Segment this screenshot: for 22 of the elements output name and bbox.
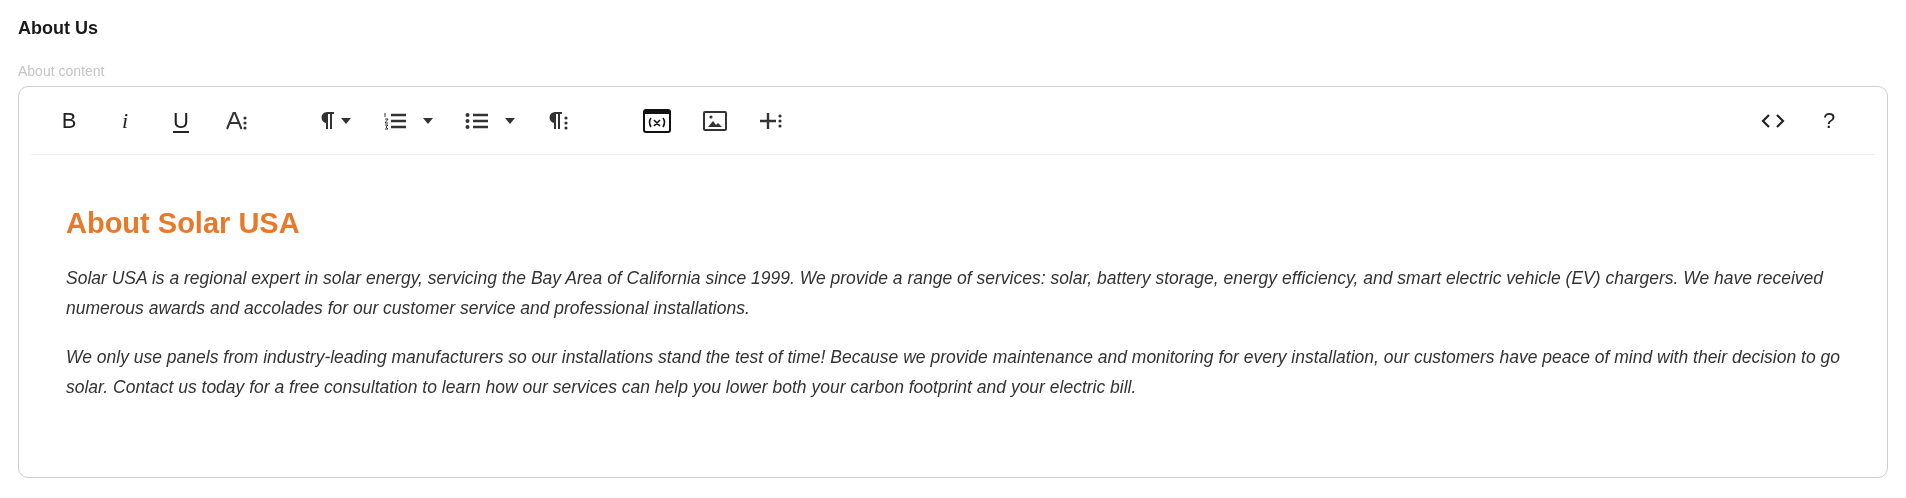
bullet-list-icon (465, 111, 489, 130)
content-heading: About Solar USA (66, 206, 301, 241)
italic-button[interactable]: i (105, 100, 145, 141)
field-label: About content (18, 62, 106, 80)
underline-button[interactable]: U (161, 100, 201, 141)
caret-icon (423, 117, 433, 124)
code-icon (1761, 112, 1785, 129)
caret-icon (341, 117, 351, 124)
content-paragraph: We only use panels from industry-leading manufacturers so our installations stand the test of time! Because we provide maintenance and monitoring for every installation, our customers have peace of mind with their decision to go solar. Contact us today for a free consultation to learn how our services can help you lower both your carbon footprint and your electric bill. (66, 346, 1841, 399)
help-button[interactable]: ? (1809, 100, 1849, 141)
image-icon (703, 110, 727, 131)
caret-icon (505, 117, 515, 124)
bold-button[interactable]: B (49, 100, 89, 141)
pilcrow-icon (549, 111, 569, 130)
rich-text-editor[interactable] (18, 86, 1888, 478)
pilcrow-icon (321, 111, 335, 130)
numbered-list-icon (383, 111, 407, 130)
variable-icon (643, 108, 671, 133)
content-paragraph: Solar USA is a regional expert in solar energy, servicing the Bay Area of California since 1999. We provide a range of services: solar, battery storage, energy efficiency, and smart electric vehicle (EV) chargers. We have received numerous awards and accolades for our customer service and professional installations. (66, 267, 1825, 320)
insert-icon (759, 110, 783, 131)
font-size-icon (226, 111, 248, 130)
section-title: About Us (18, 17, 99, 40)
